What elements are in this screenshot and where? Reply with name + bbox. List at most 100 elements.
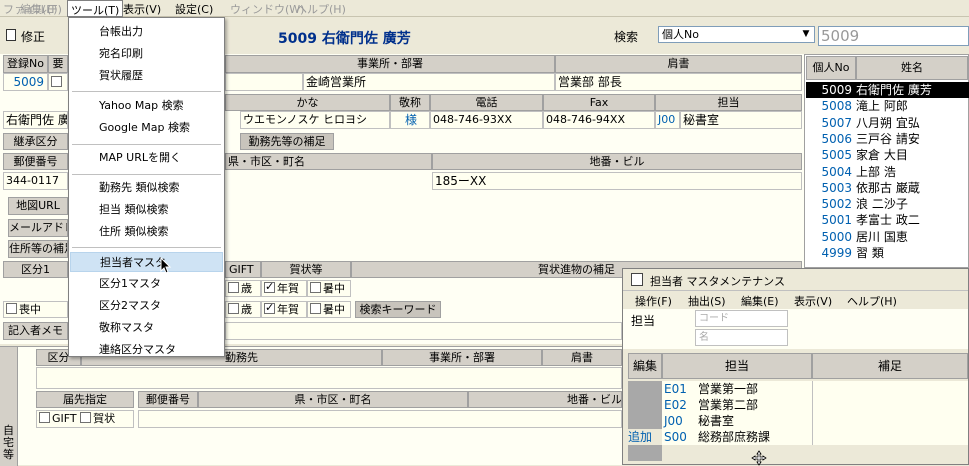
- staff-master-titlebar[interactable]: 担当者 マスタメンテナンス: [623, 269, 968, 291]
- map-url-button[interactable]: 地図URL: [8, 197, 68, 215]
- sm-row-note[interactable]: [812, 381, 968, 397]
- age-checkbox[interactable]: [228, 282, 239, 293]
- home-address-row[interactable]: [138, 410, 622, 428]
- home-delivery-cell: GIFT 賀状: [36, 410, 134, 428]
- name-field[interactable]: 右衛門佐 廣: [3, 111, 68, 129]
- memo-field[interactable]: [225, 322, 622, 340]
- sm-row-name[interactable]: 営業第一部: [694, 381, 812, 397]
- sm-row-note[interactable]: [812, 429, 968, 445]
- menu-item-kubun2-master[interactable]: 区分2マスタ: [70, 296, 223, 316]
- sm-row-name[interactable]: 秘書室: [694, 413, 812, 429]
- nenga-checkbox[interactable]: [264, 281, 275, 295]
- menu-item-staff-master[interactable]: 担当者マスタ: [70, 252, 223, 272]
- menu-item-card-history[interactable]: 賀状履歴: [70, 66, 223, 86]
- sm-menu-help[interactable]: ヘルプ(H): [847, 293, 897, 309]
- home-work-row[interactable]: [36, 367, 622, 389]
- sm-row-code[interactable]: J00: [662, 413, 694, 429]
- menu-item-similar-work[interactable]: 勤務先 類似検索: [70, 178, 223, 198]
- sm-row-edit-cell[interactable]: [628, 413, 662, 429]
- zip-field[interactable]: 344-0117: [3, 172, 68, 190]
- honorific-field[interactable]: 様: [390, 111, 430, 129]
- kana-field[interactable]: ウエモンノスケ ヒロヨシ: [240, 111, 390, 129]
- office-field[interactable]: 金崎営業所: [303, 73, 555, 91]
- menu-item-similar-address[interactable]: 住所 類似検索: [70, 222, 223, 242]
- list-item-name: 習 類: [856, 246, 884, 260]
- menu-settings[interactable]: 設定(C): [175, 1, 213, 17]
- search-keyword-button[interactable]: 検索キーワード: [355, 301, 441, 318]
- menu-help[interactable]: ヘルプ(H): [296, 1, 346, 17]
- list-item[interactable]: 5003 依那古 巌蔵: [806, 180, 969, 196]
- title-field[interactable]: 営業部 部長: [555, 73, 802, 91]
- menu-item-contact-master[interactable]: 連絡区分マスタ: [70, 340, 223, 360]
- menu-item-address-print[interactable]: 宛名印刷: [70, 44, 223, 64]
- sm-menu-view[interactable]: 表示(V): [794, 293, 832, 309]
- menu-view[interactable]: 表示(V): [123, 1, 161, 17]
- bldg-field[interactable]: 185ーXX: [432, 172, 802, 190]
- list-item-name: 居川 国恵: [856, 229, 908, 244]
- work-note-button[interactable]: 勤務先等の補足: [240, 133, 334, 150]
- menu-item-honorific-master[interactable]: 敬称マスタ: [70, 318, 223, 338]
- home-ga-checkbox[interactable]: [80, 412, 92, 423]
- mochu-checkbox[interactable]: [6, 303, 17, 314]
- shochu-checkbox-2[interactable]: [310, 303, 321, 314]
- sm-new-row-edit-cell[interactable]: [628, 445, 662, 461]
- list-item[interactable]: 5009 右衛門佐 廣芳: [806, 82, 969, 98]
- search-field-select[interactable]: 個人No ▼: [658, 26, 815, 43]
- shochu-checkbox[interactable]: [310, 282, 321, 293]
- header-regno: 登録No: [3, 55, 48, 73]
- menu-item-ledger-output[interactable]: 台帳出力: [70, 22, 223, 42]
- sm-row-code[interactable]: E01: [662, 381, 694, 397]
- address-note-button[interactable]: 住所等の補足: [8, 240, 68, 258]
- home-gift-checkbox[interactable]: [39, 412, 50, 423]
- menu-edit[interactable]: 編集(E): [20, 1, 58, 17]
- home-header-zip: 郵便番号: [138, 391, 198, 408]
- menu-item-open-map-url[interactable]: MAP URLを開く: [70, 148, 223, 168]
- sm-row-edit-cell[interactable]: 追加: [628, 429, 662, 445]
- sm-row-code[interactable]: S00: [662, 429, 694, 445]
- list-item[interactable]: 5008 滝上 阿郎: [806, 98, 969, 114]
- menu-item-yahoo-map[interactable]: Yahoo Map 検索: [70, 96, 223, 116]
- menu-item-google-map[interactable]: Google Map 検索: [70, 118, 223, 138]
- list-header-name[interactable]: 姓名: [856, 56, 968, 80]
- home-side-tab[interactable]: 自宅等: [0, 347, 18, 466]
- menu-tools[interactable]: ツール(T): [67, 0, 124, 17]
- search-input[interactable]: 5009: [818, 26, 969, 46]
- list-item[interactable]: 5006 三戸谷 請安: [806, 131, 969, 147]
- list-header-no[interactable]: 個人No: [806, 56, 856, 80]
- regno-field[interactable]: 5009: [3, 73, 48, 91]
- staff-name-field[interactable]: 秘書室: [680, 111, 802, 129]
- list-item[interactable]: 5002 浪 二沙子: [806, 196, 969, 212]
- required-checkbox[interactable]: [51, 76, 62, 87]
- nenga-checkbox-2[interactable]: [264, 302, 275, 316]
- list-item[interactable]: 5001 孝富士 政二: [806, 212, 969, 228]
- sm-row-code[interactable]: E02: [662, 397, 694, 413]
- menu-window[interactable]: ウィンドウ(W): [230, 1, 304, 17]
- list-item-no: 5003: [821, 180, 852, 195]
- sm-row-note[interactable]: [812, 397, 968, 413]
- mail-button[interactable]: メールアドレス: [8, 219, 68, 237]
- list-item[interactable]: 5000 居川 国恵: [806, 229, 969, 245]
- staff-code-field[interactable]: J00: [655, 111, 680, 129]
- sm-menu-edit[interactable]: 編集(E): [741, 293, 779, 309]
- staff-code-filter-input[interactable]: コード: [695, 310, 788, 327]
- fax-field[interactable]: 048-746-94XX: [543, 111, 655, 129]
- sm-row-edit-cell[interactable]: [628, 397, 662, 413]
- staff-name-filter-input[interactable]: 名: [695, 329, 788, 346]
- list-item[interactable]: 5005 家倉 大目: [806, 147, 969, 163]
- list-item-name: 孝富士 政二: [856, 213, 920, 228]
- sm-row-edit-cell[interactable]: [628, 381, 662, 397]
- sm-row-name[interactable]: 総務部庶務課: [694, 429, 812, 445]
- tel-field[interactable]: 048-746-93XX: [430, 111, 543, 129]
- sm-row-name[interactable]: 営業第二部: [694, 397, 812, 413]
- menu-item-similar-staff[interactable]: 担当 類似検索: [70, 200, 223, 220]
- list-item[interactable]: 5004 上部 浩: [806, 164, 969, 180]
- list-item[interactable]: 4999 習 類: [806, 245, 969, 261]
- sm-menu-extract[interactable]: 抽出(S): [688, 293, 726, 309]
- menu-item-kubun1-master[interactable]: 区分1マスタ: [70, 274, 223, 294]
- age-checkbox-2[interactable]: [228, 303, 239, 314]
- list-item[interactable]: 5007 八月朔 宜弘: [806, 115, 969, 131]
- header-tel: 電話: [430, 94, 543, 111]
- shochu-cell: 暑中: [307, 280, 351, 297]
- sm-menu-operation[interactable]: 操作(F): [635, 293, 672, 309]
- sm-row-note[interactable]: [812, 413, 968, 429]
